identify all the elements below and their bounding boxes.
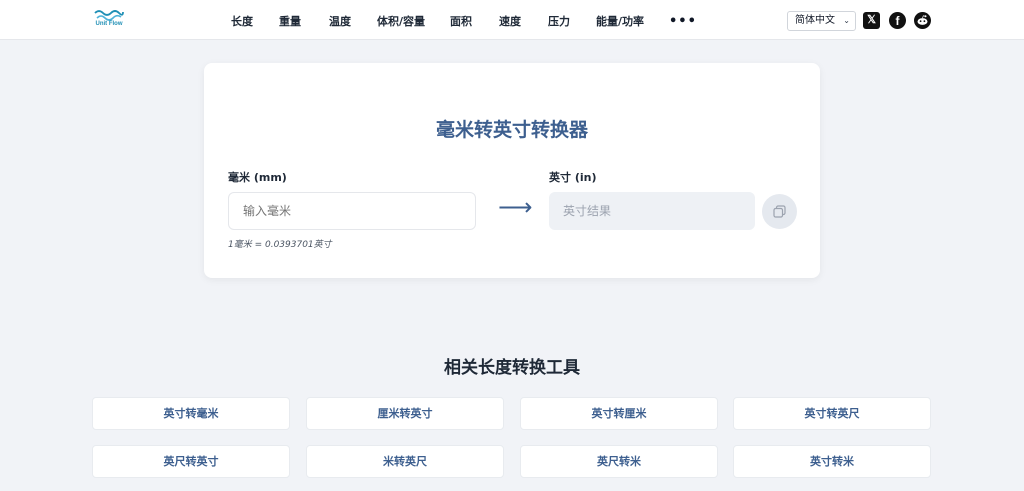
more-icon[interactable]: ••• <box>669 14 697 29</box>
x-icon[interactable]: 𝕏 <box>863 12 880 29</box>
nav-volume[interactable]: 体积/容量 <box>377 13 425 29</box>
to-unit-label: 英寸 (in) <box>549 171 597 184</box>
tool-inch-to-meter[interactable]: 英寸转米 <box>733 445 931 478</box>
nav-length[interactable]: 长度 <box>231 13 253 29</box>
tool-meter-to-feet[interactable]: 米转英尺 <box>306 445 504 478</box>
chevron-down-icon: ⌄ <box>843 16 850 25</box>
logo[interactable]: Unit Flow <box>92 9 126 33</box>
from-unit-label: 毫米 (mm) <box>228 171 287 184</box>
header: Unit Flow 长度 重量 温度 体积/容量 面积 速度 压力 能量/功率 … <box>0 0 1024 40</box>
conversion-hint: 1毫米 = 0.0393701英寸 <box>228 240 332 250</box>
nav-weight[interactable]: 重量 <box>279 13 301 29</box>
language-value: 简体中文 <box>795 15 835 26</box>
tool-inch-to-cm[interactable]: 英寸转厘米 <box>520 397 718 430</box>
inch-result-field[interactable]: 英寸结果 <box>549 192 755 230</box>
tool-feet-to-meter[interactable]: 英尺转米 <box>520 445 718 478</box>
copy-button[interactable] <box>762 194 797 229</box>
nav-area[interactable]: 面积 <box>450 13 472 29</box>
arrow-right-icon: ⟶ <box>498 193 533 221</box>
logo-text: Unit Flow <box>95 21 123 27</box>
nav-energy[interactable]: 能量/功率 <box>596 13 644 29</box>
converter-card: 毫米转英寸转换器 毫米 (mm) ⟶ 英寸 (in) 英寸结果 1毫米 = 0.… <box>204 63 820 278</box>
tool-cm-to-inch[interactable]: 厘米转英寸 <box>306 397 504 430</box>
language-select[interactable]: 简体中文 ⌄ <box>787 11 856 31</box>
reddit-glyph <box>917 15 928 25</box>
related-tools-title: 相关长度转换工具 <box>444 358 580 378</box>
tool-inch-to-feet[interactable]: 英寸转英尺 <box>733 397 931 430</box>
facebook-icon[interactable]: f <box>889 12 906 29</box>
tool-feet-to-inch[interactable]: 英尺转英寸 <box>92 445 290 478</box>
tool-inch-to-mm[interactable]: 英寸转毫米 <box>92 397 290 430</box>
nav-speed[interactable]: 速度 <box>499 13 521 29</box>
nav-temperature[interactable]: 温度 <box>329 13 351 29</box>
millimeter-input[interactable] <box>228 192 476 230</box>
wave-icon <box>94 10 124 21</box>
converter-title: 毫米转英寸转换器 <box>435 119 588 141</box>
nav-pressure[interactable]: 压力 <box>548 13 570 29</box>
reddit-icon[interactable] <box>914 12 931 29</box>
copy-icon <box>773 205 786 218</box>
